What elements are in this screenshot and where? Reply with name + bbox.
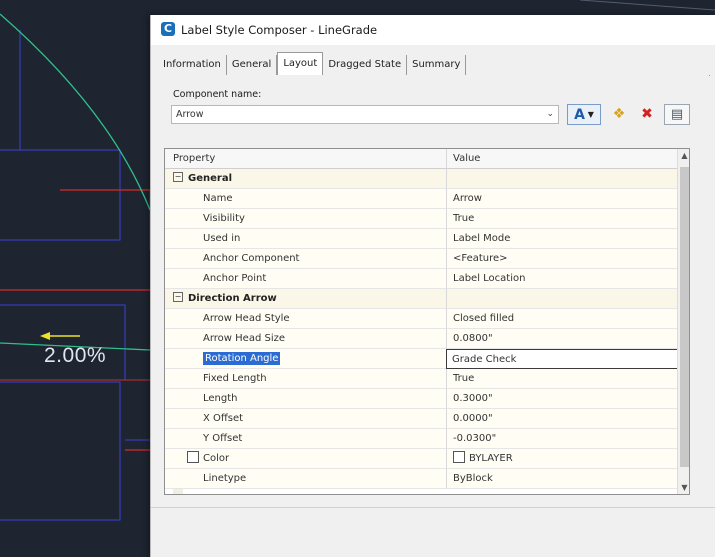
- title-bar[interactable]: C Label Style Composer - LineGrade: [151, 15, 715, 45]
- component-draw-order-button[interactable]: ▤: [664, 104, 690, 125]
- chevron-down-icon: ▼: [584, 110, 594, 119]
- property-row[interactable]: Linetype ByBlock: [165, 469, 677, 489]
- property-name: Name: [165, 189, 447, 209]
- property-value[interactable]: Arrow: [447, 189, 677, 209]
- property-value[interactable]: True: [447, 209, 677, 229]
- grid-header: Property Value: [165, 149, 677, 169]
- component-name-label: Component name:: [173, 89, 262, 100]
- property-value[interactable]: BYLAYER: [469, 453, 513, 464]
- property-name: Color: [203, 453, 230, 464]
- property-row[interactable]: X Offset 0.0000": [165, 409, 677, 429]
- property-name: Arrow Head Size: [165, 329, 447, 349]
- text-component-button[interactable]: A ▼: [567, 104, 601, 125]
- chevron-down-icon[interactable]: ⌄: [546, 106, 554, 123]
- tab-dragged-state[interactable]: Dragged State: [323, 55, 408, 75]
- property-name: X Offset: [165, 409, 447, 429]
- grid-scrollbar[interactable]: ▲ ▼: [677, 149, 689, 494]
- property-row[interactable]: Visibility True: [165, 209, 677, 229]
- value-column-header[interactable]: Value: [447, 149, 677, 169]
- property-row[interactable]: Used in Label Mode: [165, 229, 677, 249]
- delete-icon: ✖: [641, 106, 653, 122]
- property-value[interactable]: Label Mode: [447, 229, 677, 249]
- property-row[interactable]: Arrow Head Style Closed filled: [165, 309, 677, 329]
- component-name-select[interactable]: Arrow ⌄: [171, 105, 559, 124]
- section-general[interactable]: − General: [165, 169, 677, 189]
- property-name: Anchor Component: [165, 249, 447, 269]
- component-name-value: Arrow: [176, 109, 204, 120]
- text-a-icon: A: [574, 107, 585, 123]
- section-direction-arrow[interactable]: − Direction Arrow: [165, 289, 677, 309]
- property-value[interactable]: ByBlock: [447, 469, 677, 489]
- property-name: Length: [165, 389, 447, 409]
- property-row[interactable]: Length 0.3000": [165, 389, 677, 409]
- property-column-header[interactable]: Property: [165, 149, 447, 169]
- tab-general[interactable]: General: [227, 55, 278, 75]
- property-value[interactable]: True: [447, 369, 677, 389]
- draw-order-icon: ▤: [670, 107, 684, 122]
- property-name: Visibility: [165, 209, 447, 229]
- collapse-icon[interactable]: −: [173, 292, 183, 302]
- section-title: Direction Arrow: [188, 293, 277, 304]
- property-row[interactable]: Name Arrow: [165, 189, 677, 209]
- property-row[interactable]: Color BYLAYER: [165, 449, 677, 469]
- property-row[interactable]: Arrow Head Size 0.0800": [165, 329, 677, 349]
- tab-information[interactable]: Information: [163, 55, 227, 75]
- property-name: Anchor Point: [165, 269, 447, 289]
- property-value[interactable]: Label Location: [447, 269, 677, 289]
- section-title: General: [188, 173, 232, 184]
- scroll-thumb[interactable]: [680, 167, 689, 467]
- tab-strip: Information General Layout Dragged State…: [163, 52, 467, 75]
- collapse-icon[interactable]: −: [173, 172, 183, 182]
- scroll-down-icon[interactable]: ▼: [678, 481, 689, 494]
- property-row[interactable]: Anchor Point Label Location: [165, 269, 677, 289]
- scroll-up-icon[interactable]: ▲: [678, 149, 689, 163]
- color-swatch-icon: [453, 451, 465, 463]
- property-name: Linetype: [165, 469, 447, 489]
- property-row[interactable]: Anchor Component <Feature>: [165, 249, 677, 269]
- color-checkbox[interactable]: [187, 451, 199, 463]
- dialog-title: Label Style Composer - LineGrade: [181, 23, 378, 37]
- add-component-icon: ❖: [612, 106, 626, 122]
- property-value[interactable]: Closed filled: [447, 309, 677, 329]
- property-row-selected[interactable]: Rotation Angle Grade Check: [165, 349, 678, 369]
- property-grid: Property Value − General Name Arrow Visib…: [164, 148, 690, 495]
- label-style-composer-dialog: C Label Style Composer - LineGrade Infor…: [150, 15, 715, 557]
- property-value[interactable]: 0.3000": [447, 389, 677, 409]
- property-name: Arrow Head Style: [165, 309, 447, 329]
- property-value[interactable]: <Feature>: [447, 249, 677, 269]
- app-icon: C: [161, 22, 175, 36]
- grade-label: 2.00%: [44, 344, 107, 367]
- property-value[interactable]: 0.0000": [447, 409, 677, 429]
- property-name: Used in: [165, 229, 447, 249]
- delete-component-button[interactable]: ✖: [636, 104, 658, 125]
- property-value[interactable]: 0.0800": [447, 329, 677, 349]
- footer-divider: [151, 507, 715, 508]
- property-name: Rotation Angle: [203, 352, 281, 365]
- add-component-button[interactable]: ❖: [608, 104, 630, 125]
- tab-layout[interactable]: Layout: [277, 52, 324, 75]
- property-name: Y Offset: [165, 429, 447, 449]
- property-value[interactable]: -0.0300": [447, 429, 677, 449]
- property-row[interactable]: Y Offset -0.0300": [165, 429, 677, 449]
- property-value-editor[interactable]: Grade Check: [446, 349, 678, 369]
- property-name: Fixed Length: [165, 369, 447, 389]
- property-row[interactable]: Fixed Length True: [165, 369, 677, 389]
- tab-summary[interactable]: Summary: [407, 55, 467, 75]
